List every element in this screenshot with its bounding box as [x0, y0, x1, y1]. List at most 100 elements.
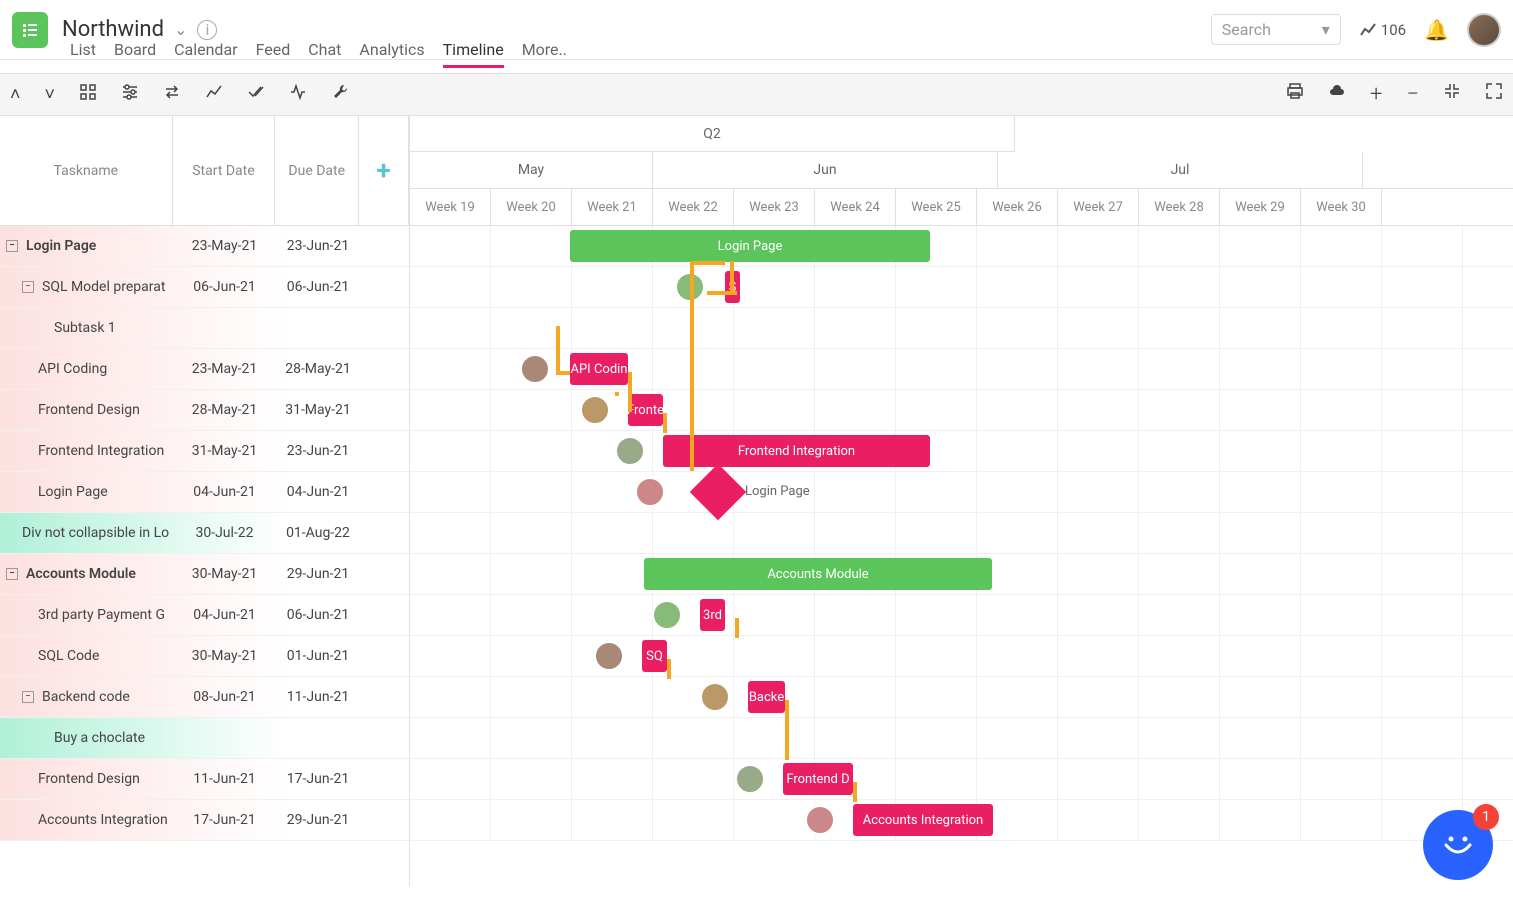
task-row[interactable]: 3rd party Payment G04-Jun-2106-Jun-21	[0, 595, 409, 636]
tab-more[interactable]: More..	[522, 40, 567, 68]
cloud-icon[interactable]	[1328, 82, 1346, 107]
task-row[interactable]: Frontend Design28-May-2131-May-21	[0, 390, 409, 431]
task-due: 23-Jun-21	[276, 443, 360, 459]
task-row[interactable]: Buy a choclate	[0, 718, 409, 759]
gantt-bar[interactable]: Frontend D	[783, 763, 853, 795]
wrench-icon[interactable]	[331, 83, 349, 106]
task-row[interactable]: Div not collapsible in Lo30-Jul-2201-Aug…	[0, 513, 409, 554]
gantt-bar[interactable]: Frontend Integration	[663, 435, 930, 467]
task-due: 28-May-21	[276, 361, 360, 377]
grid-icon[interactable]	[79, 83, 97, 106]
gantt-bar[interactable]: S	[725, 271, 740, 303]
task-due: 23-Jun-21	[276, 238, 360, 254]
assignee-avatar[interactable]	[675, 272, 705, 302]
project-title[interactable]: Northwind	[62, 17, 164, 42]
assignee-avatar[interactable]	[735, 764, 765, 794]
col-due[interactable]: Due Date	[275, 116, 359, 225]
week-header: Week 29	[1220, 189, 1301, 226]
bell-icon[interactable]: 🔔	[1424, 18, 1449, 42]
tab-list[interactable]: List	[70, 40, 96, 68]
task-row[interactable]: Frontend Design11-Jun-2117-Jun-21	[0, 759, 409, 800]
week-header: Week 24	[815, 189, 896, 226]
task-name: Subtask 1	[54, 320, 116, 336]
assignee-avatar[interactable]	[615, 436, 645, 466]
gantt-bar[interactable]: SQ	[642, 640, 667, 672]
chart-line-icon[interactable]	[205, 83, 223, 106]
task-row[interactable]: −SQL Model preparat06-Jun-2106-Jun-21	[0, 267, 409, 308]
chevron-down-icon[interactable]: ⌄	[174, 20, 187, 39]
assignee-avatar[interactable]	[652, 600, 682, 630]
task-name: Backend code	[42, 689, 130, 705]
task-row[interactable]: −Login Page23-May-2123-Jun-21	[0, 226, 409, 267]
collapse-toggle[interactable]: −	[22, 691, 34, 703]
task-start: 08-Jun-21	[173, 689, 276, 705]
check-all-icon[interactable]	[247, 83, 265, 106]
gantt-bar[interactable]: Fronte	[628, 394, 663, 426]
gantt-bar[interactable]: 3rd	[700, 599, 725, 631]
chat-badge: 1	[1473, 804, 1499, 830]
task-name: Div not collapsible in Lo	[22, 525, 169, 541]
tab-chat[interactable]: Chat	[308, 40, 341, 68]
assignee-avatar[interactable]	[700, 682, 730, 712]
chevron-up-icon[interactable]: ˄	[10, 84, 21, 105]
task-row[interactable]: Login Page04-Jun-2104-Jun-21	[0, 472, 409, 513]
gantt-bar[interactable]: Login Page	[570, 230, 930, 262]
gantt-bar[interactable]: Backe	[748, 681, 785, 713]
col-start[interactable]: Start Date	[173, 116, 276, 225]
tab-timeline[interactable]: Timeline	[443, 40, 504, 68]
gantt-bar[interactable]: Accounts Module	[644, 558, 992, 590]
tab-feed[interactable]: Feed	[256, 40, 291, 68]
tab-analytics[interactable]: Analytics	[359, 40, 424, 68]
collapse-toggle[interactable]: −	[6, 240, 18, 252]
chat-button[interactable]: 1	[1423, 810, 1493, 880]
gantt-row	[410, 472, 1513, 513]
sliders-icon[interactable]	[121, 83, 139, 106]
collapse-toggle[interactable]: −	[6, 568, 18, 580]
collapse-icon[interactable]	[1443, 82, 1461, 107]
swap-icon[interactable]	[163, 83, 181, 106]
collapse-toggle[interactable]: −	[22, 281, 34, 293]
task-name: 3rd party Payment G	[38, 607, 165, 623]
col-taskname[interactable]: Taskname	[0, 116, 173, 225]
gantt-chart[interactable]: Q2 MayJunJul Week 19Week 20Week 21Week 2…	[410, 116, 1513, 886]
task-due: 11-Jun-21	[276, 689, 360, 705]
task-row[interactable]: −Accounts Module30-May-2129-Jun-21	[0, 554, 409, 595]
expand-icon[interactable]	[1485, 82, 1503, 107]
gantt-row	[410, 718, 1513, 759]
search-input[interactable]: Search▾	[1211, 14, 1341, 45]
user-avatar[interactable]	[1467, 13, 1501, 47]
task-name: Frontend Design	[38, 771, 140, 787]
tab-board[interactable]: Board	[114, 40, 156, 68]
assignee-avatar[interactable]	[635, 477, 665, 507]
assignee-avatar[interactable]	[520, 354, 550, 384]
task-row[interactable]: Frontend Integration31-May-2123-Jun-21	[0, 431, 409, 472]
task-start: 04-Jun-21	[173, 607, 276, 623]
tab-calendar[interactable]: Calendar	[174, 40, 237, 68]
week-header: Week 21	[572, 189, 653, 226]
app-logo[interactable]	[12, 12, 48, 48]
chevron-down-icon[interactable]: ˅	[45, 84, 56, 105]
task-row[interactable]: API Coding23-May-2128-May-21	[0, 349, 409, 390]
minus-icon[interactable]: −	[1406, 82, 1419, 107]
print-icon[interactable]	[1286, 82, 1304, 107]
task-row[interactable]: Accounts Integration17-Jun-2129-Jun-21	[0, 800, 409, 841]
gantt-row	[410, 595, 1513, 636]
assignee-avatar[interactable]	[580, 395, 610, 425]
plus-icon[interactable]: +	[1370, 82, 1382, 107]
month-may: May	[410, 152, 653, 188]
task-row[interactable]: SQL Code30-May-2101-Jun-21	[0, 636, 409, 677]
gantt-bar[interactable]: Accounts Integration	[853, 804, 993, 836]
caret-down-icon: ▾	[1322, 20, 1330, 39]
task-start: 11-Jun-21	[173, 771, 276, 787]
task-row[interactable]: Subtask 1	[0, 308, 409, 349]
gantt-row	[410, 636, 1513, 677]
assignee-avatar[interactable]	[805, 805, 835, 835]
activity-icon[interactable]	[289, 83, 307, 106]
stats-counter[interactable]: 106	[1359, 21, 1406, 39]
info-icon[interactable]: i	[197, 20, 217, 40]
add-column-button[interactable]: +	[359, 116, 409, 225]
week-header: Week 19	[410, 189, 491, 226]
assignee-avatar[interactable]	[594, 641, 624, 671]
gantt-bar[interactable]: API Codin	[570, 353, 628, 385]
task-row[interactable]: −Backend code 08-Jun-2111-Jun-21	[0, 677, 409, 718]
